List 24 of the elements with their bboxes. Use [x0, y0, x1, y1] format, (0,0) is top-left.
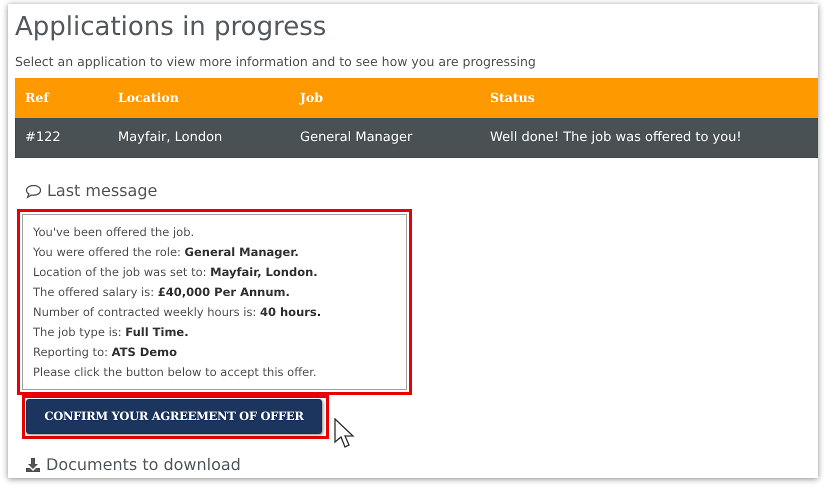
download-icon [25, 457, 41, 473]
message-line: Location of the job was set to: Mayfair, London. [33, 264, 318, 281]
message-line: Number of contracted weekly hours is: 40 hours. [33, 304, 322, 321]
column-header: Job [300, 88, 323, 107]
page-subtitle: Select an application to view more information and to see how you are progressing [15, 54, 536, 70]
column-header: Ref [25, 88, 49, 107]
confirm-button[interactable]: CONFIRM YOUR AGREEMENT OF OFFER [26, 399, 322, 434]
message-line: Reporting to: ATS Demo [33, 344, 178, 361]
table-cell-text: General Manager [300, 129, 412, 148]
message-line: Please click the button below to accept this offer. [33, 364, 317, 381]
column-header: Location [118, 88, 179, 107]
table-cell-text: Well done! The job was offered to you! [490, 129, 742, 148]
table-cell-text: Mayfair, London [118, 129, 222, 148]
table-cell-text: #122 [25, 129, 61, 148]
message-line: You've been offered the job. [33, 224, 194, 241]
speech-bubble-icon [25, 184, 42, 198]
column-header: Status [490, 88, 535, 107]
message-line: You were offered the role: General Manager. [33, 244, 299, 261]
section-heading: Last message [47, 180, 158, 202]
message-line: The job type is: Full Time. [33, 324, 189, 341]
message-line: The offered salary is: £40,000 Per Annum. [33, 284, 290, 301]
table-row[interactable]: #122 Mayfair, London General Manager Well done! The job was offered to you! [15, 118, 818, 158]
section-heading: Documents to download [46, 454, 241, 476]
page-title: Applications in progress [15, 12, 326, 42]
